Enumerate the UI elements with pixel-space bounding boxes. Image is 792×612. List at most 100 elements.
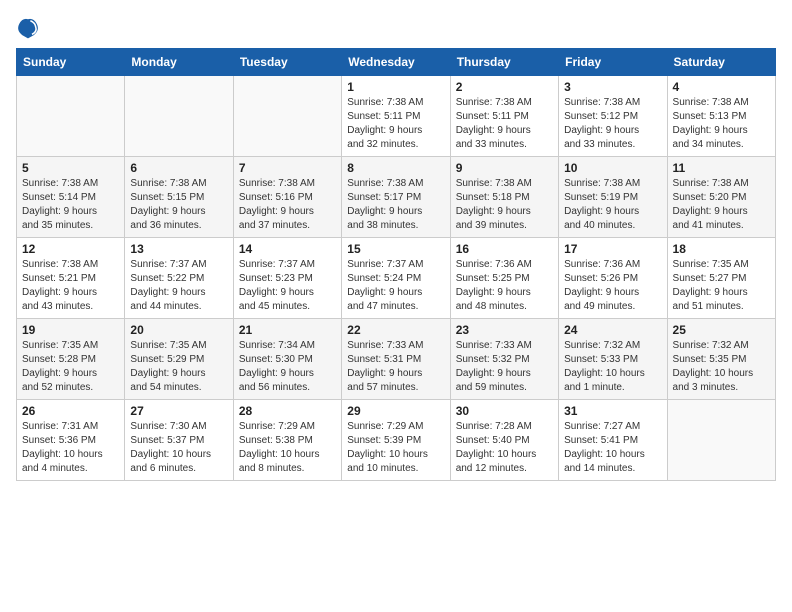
day-info: Sunrise: 7:36 AMSunset: 5:26 PMDaylight:… — [564, 258, 661, 314]
day-number: 21 — [239, 323, 336, 337]
day-info: Sunrise: 7:29 AMSunset: 5:38 PMDaylight:… — [239, 420, 336, 476]
calendar-table: SundayMondayTuesdayWednesdayThursdayFrid… — [16, 48, 776, 481]
day-info: Sunrise: 7:30 AMSunset: 5:37 PMDaylight:… — [130, 420, 227, 476]
calendar-cell: 19 Sunrise: 7:35 AMSunset: 5:28 PMDayligh… — [17, 319, 125, 400]
day-info: Sunrise: 7:28 AMSunset: 5:40 PMDaylight:… — [456, 420, 553, 476]
calendar-cell — [125, 76, 233, 157]
calendar-cell: 15 Sunrise: 7:37 AMSunset: 5:24 PMDayligh… — [342, 238, 450, 319]
calendar-cell: 20 Sunrise: 7:35 AMSunset: 5:29 PMDayligh… — [125, 319, 233, 400]
day-number: 7 — [239, 161, 336, 175]
day-info: Sunrise: 7:31 AMSunset: 5:36 PMDaylight:… — [22, 420, 119, 476]
day-number: 30 — [456, 404, 553, 418]
day-number: 18 — [673, 242, 770, 256]
day-number: 13 — [130, 242, 227, 256]
page-header — [16, 16, 776, 40]
calendar-week-row: 26 Sunrise: 7:31 AMSunset: 5:36 PMDayligh… — [17, 400, 776, 481]
day-number: 3 — [564, 80, 661, 94]
day-info: Sunrise: 7:33 AMSunset: 5:31 PMDaylight:… — [347, 339, 444, 395]
calendar-cell — [17, 76, 125, 157]
calendar-cell: 7 Sunrise: 7:38 AMSunset: 5:16 PMDaylight… — [233, 157, 341, 238]
calendar-cell: 27Sunrise: 7:30 AMSunset: 5:37 PMDayligh… — [125, 400, 233, 481]
day-number: 15 — [347, 242, 444, 256]
calendar-cell: 4 Sunrise: 7:38 AMSunset: 5:13 PMDaylight… — [667, 76, 775, 157]
day-info: Sunrise: 7:35 AMSunset: 5:28 PMDaylight:… — [22, 339, 119, 395]
day-info: Sunrise: 7:32 AMSunset: 5:35 PMDaylight:… — [673, 339, 770, 395]
calendar-cell: 5 Sunrise: 7:38 AMSunset: 5:14 PMDaylight… — [17, 157, 125, 238]
day-info: Sunrise: 7:38 AMSunset: 5:12 PMDaylight:… — [564, 96, 661, 152]
calendar-cell: 25 Sunrise: 7:32 AMSunset: 5:35 PMDayligh… — [667, 319, 775, 400]
day-number: 5 — [22, 161, 119, 175]
calendar-cell: 29 Sunrise: 7:29 AMSunset: 5:39 PMDayligh… — [342, 400, 450, 481]
day-info: Sunrise: 7:38 AMSunset: 5:21 PMDaylight:… — [22, 258, 119, 314]
weekday-header-saturday: Saturday — [667, 49, 775, 76]
weekday-header-thursday: Thursday — [450, 49, 558, 76]
day-info: Sunrise: 7:38 AMSunset: 5:11 PMDaylight:… — [347, 96, 444, 152]
day-number: 26 — [22, 404, 119, 418]
day-number: 4 — [673, 80, 770, 94]
day-info: Sunrise: 7:27 AMSunset: 5:41 PMDaylight:… — [564, 420, 661, 476]
day-info: Sunrise: 7:32 AMSunset: 5:33 PMDaylight:… — [564, 339, 661, 395]
day-number: 12 — [22, 242, 119, 256]
weekday-header-sunday: Sunday — [17, 49, 125, 76]
day-number: 10 — [564, 161, 661, 175]
calendar-cell: 17 Sunrise: 7:36 AMSunset: 5:26 PMDayligh… — [559, 238, 667, 319]
calendar-cell: 24Sunrise: 7:32 AMSunset: 5:33 PMDayligh… — [559, 319, 667, 400]
day-number: 17 — [564, 242, 661, 256]
weekday-header-tuesday: Tuesday — [233, 49, 341, 76]
day-info: Sunrise: 7:38 AMSunset: 5:14 PMDaylight:… — [22, 177, 119, 233]
day-number: 19 — [22, 323, 119, 337]
calendar-cell: 3 Sunrise: 7:38 AMSunset: 5:12 PMDaylight… — [559, 76, 667, 157]
calendar-cell: 16 Sunrise: 7:36 AMSunset: 5:25 PMDayligh… — [450, 238, 558, 319]
day-info: Sunrise: 7:29 AMSunset: 5:39 PMDaylight:… — [347, 420, 444, 476]
day-info: Sunrise: 7:36 AMSunset: 5:25 PMDaylight:… — [456, 258, 553, 314]
calendar-cell: 18 Sunrise: 7:35 AMSunset: 5:27 PMDayligh… — [667, 238, 775, 319]
calendar-week-row: 5 Sunrise: 7:38 AMSunset: 5:14 PMDaylight… — [17, 157, 776, 238]
day-number: 22 — [347, 323, 444, 337]
day-info: Sunrise: 7:38 AMSunset: 5:16 PMDaylight:… — [239, 177, 336, 233]
day-info: Sunrise: 7:38 AMSunset: 5:13 PMDaylight:… — [673, 96, 770, 152]
day-number: 29 — [347, 404, 444, 418]
calendar-cell: 1 Sunrise: 7:38 AMSunset: 5:11 PMDaylight… — [342, 76, 450, 157]
day-info: Sunrise: 7:37 AMSunset: 5:24 PMDaylight:… — [347, 258, 444, 314]
day-info: Sunrise: 7:37 AMSunset: 5:22 PMDaylight:… — [130, 258, 227, 314]
day-info: Sunrise: 7:37 AMSunset: 5:23 PMDaylight:… — [239, 258, 336, 314]
day-info: Sunrise: 7:38 AMSunset: 5:19 PMDaylight:… — [564, 177, 661, 233]
day-info: Sunrise: 7:35 AMSunset: 5:27 PMDaylight:… — [673, 258, 770, 314]
day-number: 6 — [130, 161, 227, 175]
calendar-cell: 2 Sunrise: 7:38 AMSunset: 5:11 PMDaylight… — [450, 76, 558, 157]
calendar-cell: 28 Sunrise: 7:29 AMSunset: 5:38 PMDayligh… — [233, 400, 341, 481]
day-number: 16 — [456, 242, 553, 256]
calendar-cell: 13 Sunrise: 7:37 AMSunset: 5:22 PMDayligh… — [125, 238, 233, 319]
day-number: 25 — [673, 323, 770, 337]
calendar-cell: 12 Sunrise: 7:38 AMSunset: 5:21 PMDayligh… — [17, 238, 125, 319]
day-number: 1 — [347, 80, 444, 94]
calendar-cell: 26 Sunrise: 7:31 AMSunset: 5:36 PMDayligh… — [17, 400, 125, 481]
day-number: 2 — [456, 80, 553, 94]
calendar-cell: 30 Sunrise: 7:28 AMSunset: 5:40 PMDayligh… — [450, 400, 558, 481]
calendar-cell: 22 Sunrise: 7:33 AMSunset: 5:31 PMDayligh… — [342, 319, 450, 400]
day-info: Sunrise: 7:35 AMSunset: 5:29 PMDaylight:… — [130, 339, 227, 395]
calendar-cell: 14 Sunrise: 7:37 AMSunset: 5:23 PMDayligh… — [233, 238, 341, 319]
day-info: Sunrise: 7:38 AMSunset: 5:18 PMDaylight:… — [456, 177, 553, 233]
calendar-cell — [233, 76, 341, 157]
calendar-cell: 21 Sunrise: 7:34 AMSunset: 5:30 PMDayligh… — [233, 319, 341, 400]
calendar-week-row: 1 Sunrise: 7:38 AMSunset: 5:11 PMDaylight… — [17, 76, 776, 157]
day-info: Sunrise: 7:38 AMSunset: 5:20 PMDaylight:… — [673, 177, 770, 233]
calendar-cell: 11 Sunrise: 7:38 AMSunset: 5:20 PMDayligh… — [667, 157, 775, 238]
day-number: 14 — [239, 242, 336, 256]
logo-icon — [16, 16, 40, 40]
calendar-cell: 31 Sunrise: 7:27 AMSunset: 5:41 PMDayligh… — [559, 400, 667, 481]
calendar-cell: 6 Sunrise: 7:38 AMSunset: 5:15 PMDaylight… — [125, 157, 233, 238]
weekday-header-wednesday: Wednesday — [342, 49, 450, 76]
day-number: 11 — [673, 161, 770, 175]
day-info: Sunrise: 7:38 AMSunset: 5:15 PMDaylight:… — [130, 177, 227, 233]
day-number: 31 — [564, 404, 661, 418]
day-info: Sunrise: 7:34 AMSunset: 5:30 PMDaylight:… — [239, 339, 336, 395]
weekday-header-monday: Monday — [125, 49, 233, 76]
day-info: Sunrise: 7:33 AMSunset: 5:32 PMDaylight:… — [456, 339, 553, 395]
calendar-cell: 9Sunrise: 7:38 AMSunset: 5:18 PMDaylight… — [450, 157, 558, 238]
day-number: 28 — [239, 404, 336, 418]
logo — [16, 16, 44, 40]
day-info: Sunrise: 7:38 AMSunset: 5:11 PMDaylight:… — [456, 96, 553, 152]
day-number: 20 — [130, 323, 227, 337]
